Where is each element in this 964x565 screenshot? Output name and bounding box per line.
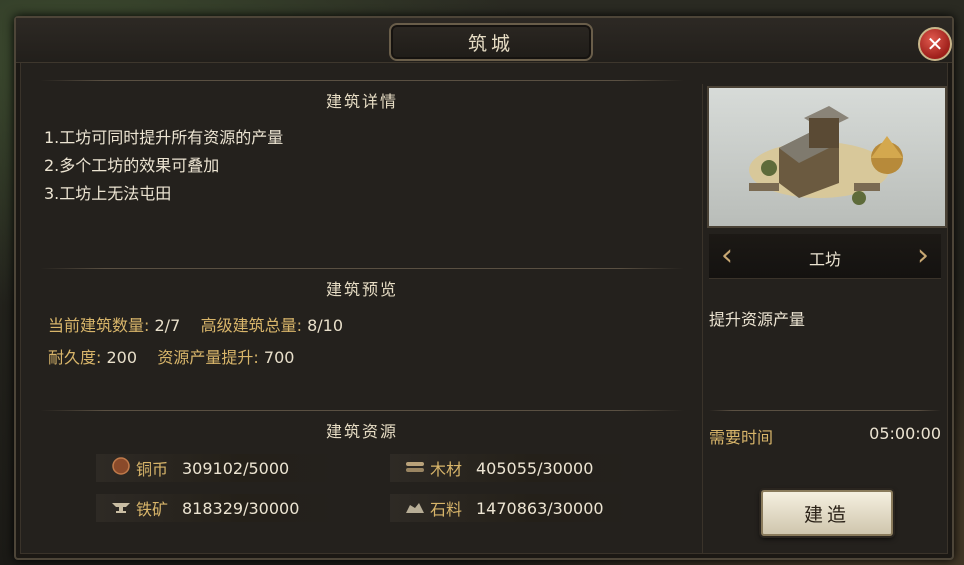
time-value: 05:00:00 bbox=[869, 424, 941, 443]
preview-heading: 建筑预览 bbox=[325, 280, 398, 299]
divider bbox=[40, 410, 684, 411]
resource-stone: 石料 1470863/30000 bbox=[390, 494, 630, 522]
build-dialog: 筑城 ✕ 建筑详情 1.工坊可同时提升所有资源的产量 2.多个工坊的效果可叠加 … bbox=[14, 16, 954, 560]
boost-label: 资源产量提升: bbox=[157, 348, 259, 367]
next-building-button[interactable]: › bbox=[911, 240, 935, 272]
resource-label: 铁矿 bbox=[136, 500, 169, 519]
divider bbox=[40, 268, 684, 269]
resource-label: 铜币 bbox=[136, 460, 169, 479]
resources-heading: 建筑资源 bbox=[325, 422, 398, 441]
divider bbox=[709, 410, 941, 411]
current-count-label: 当前建筑数量: bbox=[48, 316, 150, 335]
wood-icon bbox=[404, 459, 426, 478]
close-button[interactable]: ✕ bbox=[918, 27, 952, 61]
left-panel: 建筑详情 1.工坊可同时提升所有资源的产量 2.多个工坊的效果可叠加 3.工坊上… bbox=[36, 80, 688, 550]
stone-icon bbox=[404, 499, 426, 518]
resource-label: 木材 bbox=[430, 460, 463, 479]
current-count-value: 2/7 bbox=[154, 316, 181, 335]
durability-value: 200 bbox=[106, 348, 138, 367]
building-description: 提升资源产量 bbox=[709, 310, 806, 329]
durability-label: 耐久度: bbox=[48, 348, 102, 367]
time-label: 需要时间 bbox=[709, 428, 774, 447]
copper-coin-icon bbox=[110, 457, 132, 479]
dialog-title: 筑城 bbox=[389, 23, 593, 61]
resource-label: 石料 bbox=[430, 500, 463, 519]
building-image bbox=[707, 86, 947, 228]
iron-anvil-icon bbox=[110, 499, 132, 518]
preview-line-stats: 耐久度: 200 资源产量提升: 700 bbox=[48, 344, 294, 368]
details-heading: 建筑详情 bbox=[325, 92, 398, 111]
close-icon: ✕ bbox=[926, 32, 944, 56]
resource-value: 309102/5000 bbox=[182, 458, 290, 478]
resource-iron: 铁矿 818329/30000 bbox=[96, 494, 336, 522]
building-selector: ‹ 工坊 › bbox=[709, 234, 941, 279]
build-button[interactable]: 建造 bbox=[761, 490, 893, 536]
resource-value: 818329/30000 bbox=[182, 498, 300, 518]
detail-line-3: 3.工坊上无法屯田 bbox=[44, 184, 172, 203]
right-panel: ‹ 工坊 › 提升资源产量 需要时间 05:00:00 建造 bbox=[702, 84, 947, 554]
resource-value: 1470863/30000 bbox=[476, 498, 604, 518]
advanced-total-label: 高级建筑总量: bbox=[200, 316, 302, 335]
resource-value: 405055/30000 bbox=[476, 458, 594, 478]
divider bbox=[40, 80, 684, 81]
building-name: 工坊 bbox=[808, 250, 841, 269]
title-bar: 筑城 bbox=[16, 18, 952, 63]
resource-copper: 铜币 309102/5000 bbox=[96, 454, 336, 482]
chevron-right-icon: › bbox=[917, 238, 929, 273]
resource-wood: 木材 405055/30000 bbox=[390, 454, 630, 482]
detail-line-1: 1.工坊可同时提升所有资源的产量 bbox=[44, 128, 284, 147]
boost-value: 700 bbox=[263, 348, 295, 367]
advanced-total-value: 8/10 bbox=[307, 316, 344, 335]
preview-line-counts: 当前建筑数量: 2/7 高级建筑总量: 8/10 bbox=[48, 312, 343, 336]
detail-line-2: 2.多个工坊的效果可叠加 bbox=[44, 156, 220, 175]
